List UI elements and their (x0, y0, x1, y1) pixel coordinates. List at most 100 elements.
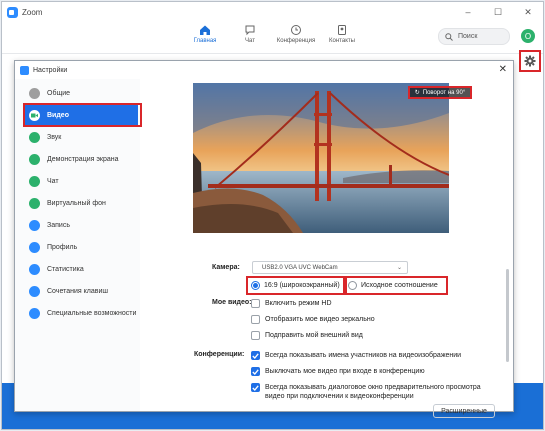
advanced-button[interactable]: Расширенные (433, 404, 495, 418)
touchup-checkbox[interactable]: Подправить мой внешний вид (251, 331, 511, 340)
preview-dialog-checkbox[interactable]: Всегда показывать диалоговое окно предва… (251, 383, 501, 401)
radio-selected-icon (251, 281, 260, 290)
video-camera-icon (29, 109, 40, 121)
sidebar-item-general[interactable]: Общие (25, 83, 138, 103)
avatar[interactable]: О (521, 29, 535, 43)
checkbox-checked-icon (251, 351, 260, 360)
sidebar-item-profile[interactable]: Профиль (25, 237, 138, 257)
sidebar-item-label: Сочетания клавиш (47, 287, 108, 295)
sidebar-item-video[interactable]: Видео (25, 105, 138, 125)
sidebar-item-label: Виртуальный фон (47, 199, 106, 207)
sidebar-item-recording[interactable]: Запись (25, 215, 138, 235)
checkbox-unchecked-icon (251, 315, 260, 324)
hd-checkbox[interactable]: Включить режим HD (251, 299, 511, 308)
my-video-label: Мое видео: (212, 299, 252, 306)
sidebar-item-label: Видео (47, 111, 69, 119)
sidebar-item-label: Звук (47, 133, 62, 141)
video-settings-panel: ↻ Поворот на 90° Камера: USB2.0 VGA UVC … (140, 79, 513, 418)
chat-icon (245, 25, 255, 36)
sidebar-item-shortcuts[interactable]: Сочетания клавиш (25, 281, 138, 301)
rotate-90-button[interactable]: ↻ Поворот на 90° (408, 86, 472, 99)
turn-off-video-label: Выключать мое видео при входе в конферен… (265, 368, 425, 375)
tab-contacts[interactable]: Контакты (319, 24, 365, 44)
chevron-down-icon: ⌄ (396, 265, 402, 271)
zoom-main-window: Zoom – ☐ ✕ Главная Чат Конференция Конта… (1, 1, 544, 430)
sidebar-item-accessibility[interactable]: Специальные возможности (25, 303, 138, 323)
keyboard-icon (29, 285, 40, 297)
sidebar-item-label: Чат (47, 177, 59, 185)
tab-conference-label: Конференция (276, 38, 316, 44)
camera-select[interactable]: USB2.0 VGA UVC WebCam ⌄ (252, 261, 408, 274)
maximize-button[interactable]: ☐ (483, 2, 513, 22)
chat-icon (29, 175, 40, 187)
sidebar-item-screen-share[interactable]: Демонстрация экрана (25, 149, 138, 169)
settings-gear-button[interactable] (519, 50, 541, 72)
scrollbar[interactable] (506, 269, 509, 362)
sidebar-item-chat[interactable]: Чат (25, 171, 138, 191)
gear-icon (524, 55, 536, 67)
close-button[interactable]: ✕ (513, 2, 543, 22)
zoom-logo-icon (20, 65, 29, 75)
statistics-icon (29, 263, 40, 275)
sidebar-item-label: Демонстрация экрана (47, 155, 119, 163)
sidebar-item-audio[interactable]: Звук (25, 127, 138, 147)
tab-home-label: Главная (193, 38, 217, 44)
conferences-label: Конференции: (194, 351, 245, 358)
preview-dialog-label: Всегда показывать диалоговое окно предва… (265, 384, 481, 400)
checkbox-checked-icon (251, 367, 260, 376)
hd-label: Включить режим HD (265, 300, 332, 307)
settings-dialog: Настройки ✕ Общие Видео Звук Демонстраци… (14, 60, 514, 418)
zoom-logo-icon (7, 6, 18, 18)
show-names-label: Всегда показывать имена участников на ви… (265, 352, 462, 359)
checkbox-checked-icon (251, 383, 260, 392)
rotate-label: Поворот на 90° (422, 89, 466, 96)
camera-select-value: USB2.0 VGA UVC WebCam (262, 264, 338, 271)
mirror-checkbox[interactable]: Отобразить мое видео зеркально (251, 315, 511, 324)
search-input[interactable]: Поиск (438, 28, 510, 45)
top-nav: Главная Чат Конференция Контакты Поиск (2, 22, 543, 54)
show-names-checkbox[interactable]: Всегда показывать имена участников на ви… (251, 351, 511, 360)
dialog-close-button[interactable]: ✕ (499, 64, 507, 75)
home-icon (200, 25, 210, 35)
checkbox-unchecked-icon (251, 331, 260, 340)
window-title: Zoom (22, 7, 43, 17)
record-icon (29, 219, 40, 231)
search-placeholder: Поиск (458, 33, 478, 40)
contacts-icon (338, 25, 346, 35)
minimize-button[interactable]: – (453, 2, 483, 22)
rotate-icon: ↻ (414, 90, 420, 96)
accessibility-icon (29, 307, 40, 319)
mirror-label: Отобразить мое видео зеркально (265, 316, 375, 323)
dialog-title: Настройки (33, 66, 68, 74)
touchup-label: Подправить мой внешний вид (265, 332, 363, 339)
dialog-title-bar: Настройки (15, 61, 513, 79)
sidebar-item-label: Специальные возможности (47, 309, 137, 317)
profile-icon (29, 241, 40, 253)
tab-conference[interactable]: Конференция (273, 24, 319, 44)
search-icon (445, 32, 453, 41)
ratio-16-9-radio[interactable]: 16:9 (широкоэкранный) (251, 281, 340, 290)
checkbox-unchecked-icon (251, 299, 260, 308)
sidebar-item-label: Статистика (47, 265, 84, 273)
screen: Zoom – ☐ ✕ Главная Чат Конференция Конта… (0, 0, 545, 431)
ratio-original-label: Исходное соотношение (361, 282, 438, 289)
ratio-16-9-label: 16:9 (широкоэкранный) (264, 282, 340, 289)
settings-sidebar: Общие Видео Звук Демонстрация экрана Чат (15, 79, 140, 411)
sidebar-item-virtual-background[interactable]: Виртуальный фон (25, 193, 138, 213)
camera-label: Камера: (212, 264, 240, 271)
tab-chat[interactable]: Чат (227, 24, 273, 44)
general-icon (29, 87, 40, 99)
headphones-icon (29, 131, 40, 143)
screen-share-icon (29, 153, 40, 165)
bridge-preview-image (193, 83, 449, 233)
tab-home[interactable]: Главная (182, 24, 228, 44)
camera-preview (193, 83, 449, 233)
turn-off-video-checkbox[interactable]: Выключать мое видео при входе в конферен… (251, 367, 511, 376)
title-bar: Zoom – ☐ ✕ (2, 2, 543, 22)
ratio-original-radio[interactable]: Исходное соотношение (348, 281, 438, 290)
tab-contacts-label: Контакты (329, 38, 355, 44)
radio-unselected-icon (348, 281, 357, 290)
virtual-background-icon (29, 197, 40, 209)
tab-chat-label: Чат (245, 38, 255, 44)
sidebar-item-statistics[interactable]: Статистика (25, 259, 138, 279)
